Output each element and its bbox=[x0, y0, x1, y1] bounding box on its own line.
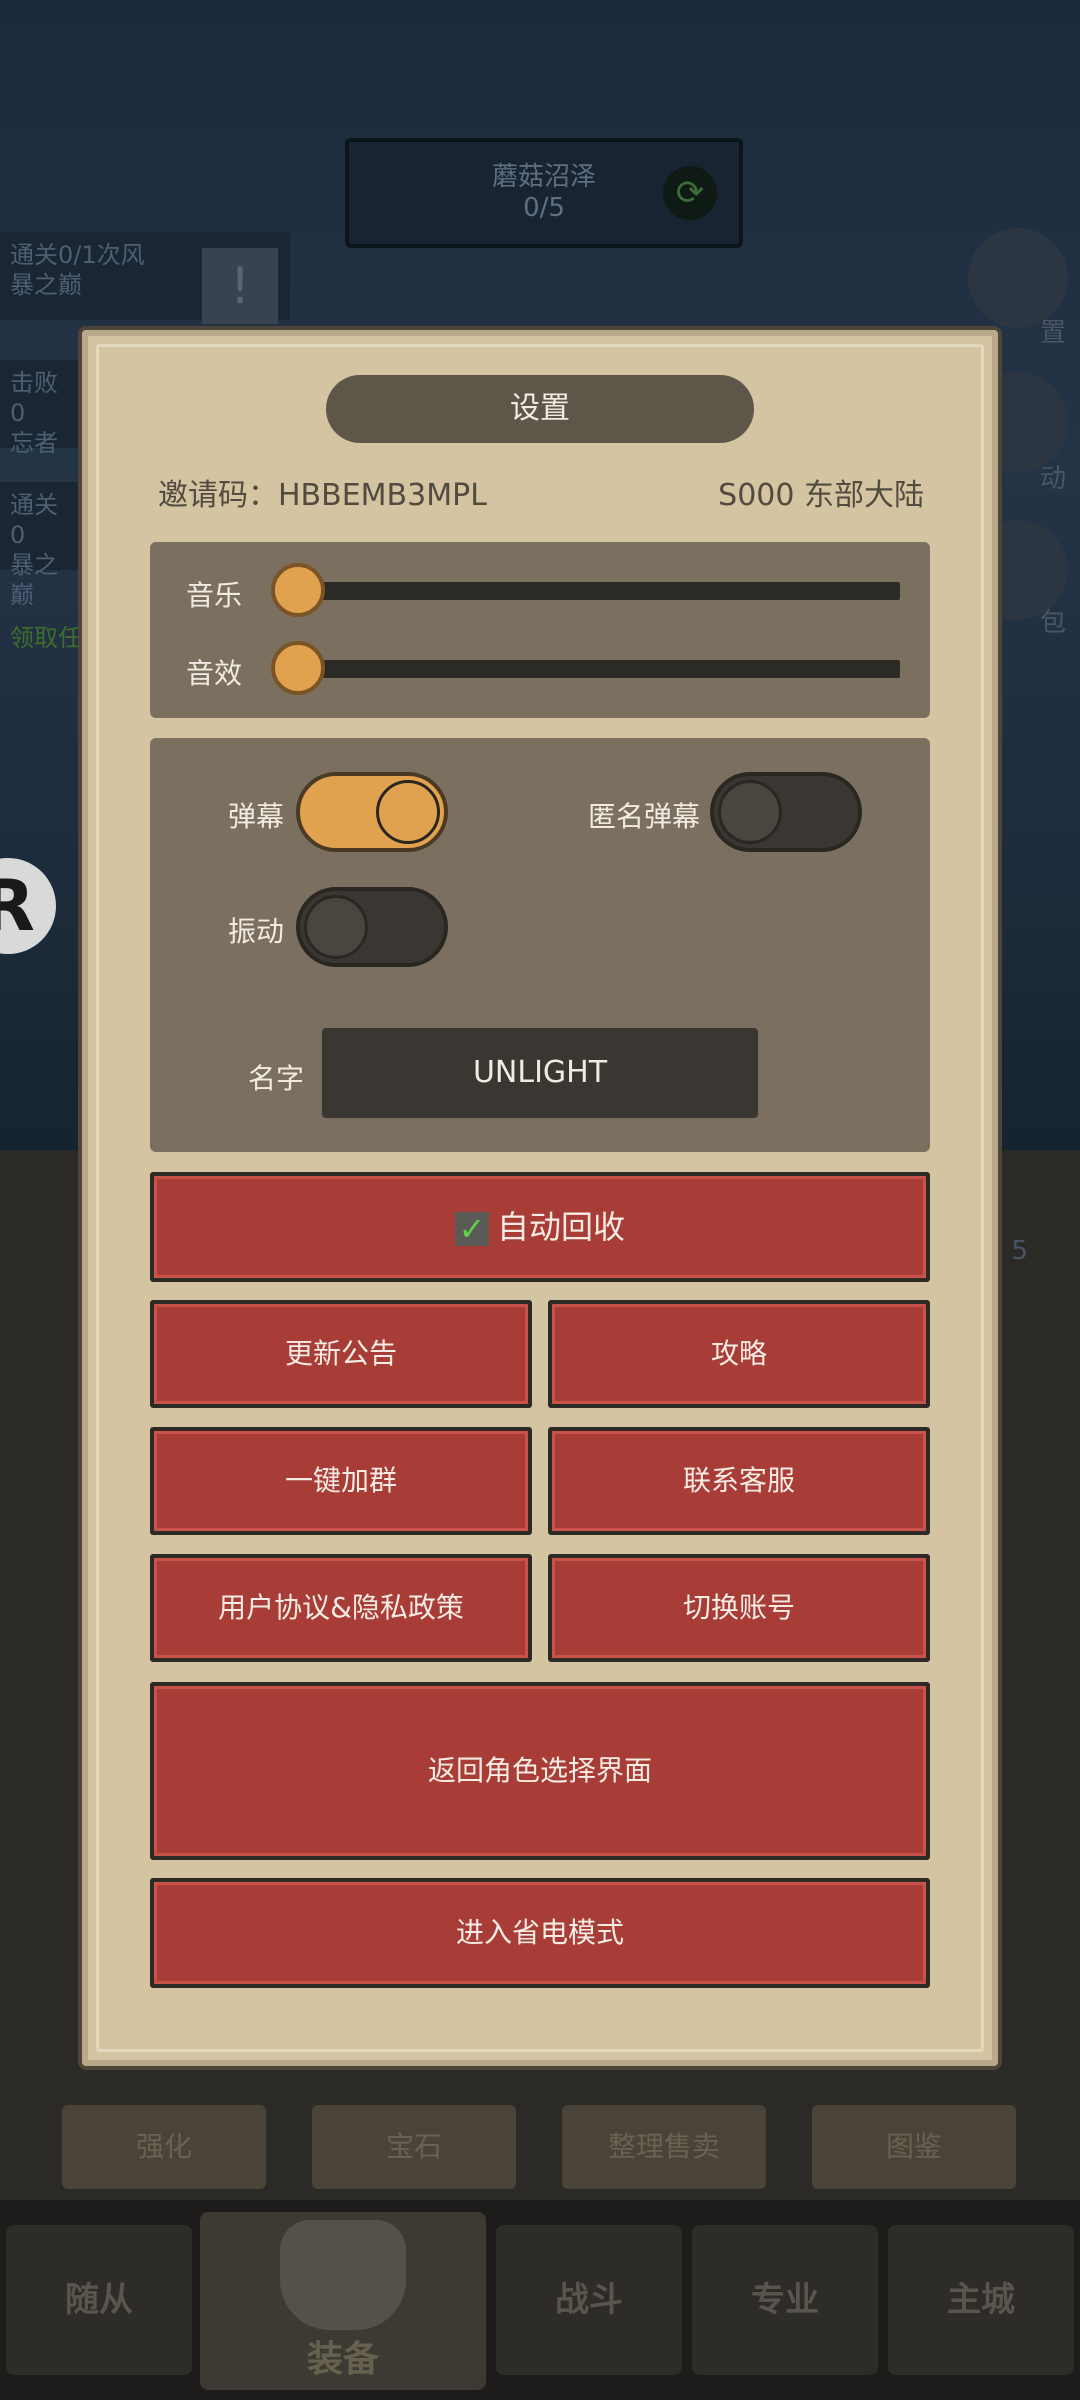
quest-text-line1: 击败0 bbox=[10, 369, 58, 427]
quest-text-line2: 忘者 bbox=[10, 429, 58, 457]
guide-button[interactable]: 攻略 bbox=[548, 1300, 930, 1408]
dialog-title: 设置 bbox=[326, 375, 754, 443]
vibrate-label: 振动 bbox=[228, 915, 285, 948]
power-save-button[interactable]: 进入省电模式 bbox=[150, 1878, 930, 1988]
barrage-toggle[interactable] bbox=[296, 772, 448, 852]
quest-text-line1: 通关0 bbox=[10, 491, 58, 549]
nav-main-city[interactable]: 主城 bbox=[888, 2225, 1074, 2375]
audio-panel bbox=[150, 542, 930, 718]
nav-equipment[interactable]: 装备 bbox=[200, 2212, 486, 2390]
quest-item[interactable]: 击败0 忘者 bbox=[0, 360, 80, 457]
tab-enhance[interactable]: 强化 bbox=[62, 2105, 266, 2189]
zone-indicator[interactable]: 蘑菇沼泽 0/5 ⟳ bbox=[345, 138, 743, 248]
update-notice-button[interactable]: 更新公告 bbox=[150, 1300, 532, 1408]
nav-followers[interactable]: 随从 bbox=[6, 2225, 192, 2375]
settings-shortcut-label: 置 bbox=[1039, 318, 1066, 348]
invite-code[interactable]: 邀请码：HBBEMB3MPL bbox=[158, 470, 487, 514]
quest-text-line2: 暴之巅 bbox=[10, 551, 58, 609]
switch-account-button[interactable]: 切换账号 bbox=[548, 1554, 930, 1662]
sfx-slider-handle[interactable] bbox=[271, 641, 325, 695]
anon-barrage-toggle[interactable] bbox=[710, 772, 862, 852]
toggle-knob bbox=[718, 780, 782, 844]
nav-profession[interactable]: 专业 bbox=[692, 2225, 878, 2375]
anon-barrage-label: 匿名弹幕 bbox=[588, 800, 701, 833]
checkmark-icon[interactable]: ✓ bbox=[454, 1212, 489, 1246]
back-to-character-select-button[interactable]: 返回角色选择界面 bbox=[150, 1682, 930, 1860]
side-number: 5 bbox=[1011, 1236, 1028, 1266]
refresh-icon[interactable]: ⟳ bbox=[663, 166, 717, 220]
join-group-button[interactable]: 一键加群 bbox=[150, 1427, 532, 1535]
contact-service-button[interactable]: 联系客服 bbox=[548, 1427, 930, 1535]
sfx-label: 音效 bbox=[186, 657, 243, 690]
music-label: 音乐 bbox=[186, 579, 243, 612]
bag-shortcut-label: 包 bbox=[1039, 608, 1066, 638]
music-slider[interactable] bbox=[275, 582, 900, 600]
event-shortcut-label: 动 bbox=[1039, 464, 1066, 494]
toggle-knob bbox=[304, 895, 368, 959]
name-field[interactable]: UNLIGHT bbox=[322, 1028, 758, 1118]
tab-gems[interactable]: 宝石 bbox=[312, 2105, 516, 2189]
vibrate-toggle[interactable] bbox=[296, 887, 448, 967]
name-label: 名字 bbox=[248, 1062, 305, 1095]
auto-recycle-button[interactable]: ✓ 自动回收 bbox=[150, 1172, 930, 1282]
tab-collection[interactable]: 图鉴 bbox=[812, 2105, 1016, 2189]
agreement-button[interactable]: 用户协议&隐私政策 bbox=[150, 1554, 532, 1662]
server-name: S000 东部大陆 bbox=[718, 478, 924, 513]
tab-sort-sell[interactable]: 整理售卖 bbox=[562, 2105, 766, 2189]
quest-item[interactable]: 通关0 暴之巅 bbox=[0, 482, 80, 609]
nav-battle[interactable]: 战斗 bbox=[496, 2225, 682, 2375]
barrage-label: 弹幕 bbox=[228, 800, 285, 833]
armor-icon bbox=[280, 2220, 406, 2330]
quest-claim-text[interactable]: 领取任 bbox=[10, 618, 82, 653]
nav-equipment-label: 装备 bbox=[306, 2339, 379, 2380]
exclamation-icon: ! bbox=[202, 248, 278, 324]
auto-recycle-label: 自动回收 bbox=[496, 1208, 625, 1246]
toggle-knob bbox=[376, 780, 440, 844]
sfx-slider[interactable] bbox=[275, 660, 900, 678]
music-slider-handle[interactable] bbox=[271, 563, 325, 617]
